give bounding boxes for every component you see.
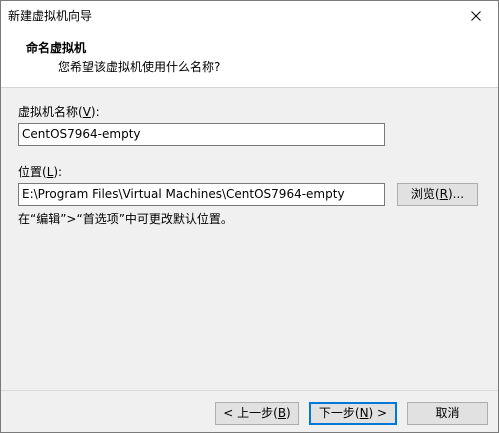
footer-divider	[1, 390, 498, 391]
close-button[interactable]	[453, 1, 498, 31]
title-bar: 新建虚拟机向导	[1, 1, 498, 31]
browse-button[interactable]: 浏览(R)...	[397, 183, 478, 206]
window-title: 新建虚拟机向导	[8, 9, 93, 23]
default-location-hint: 在“编辑”>“首选项”中可更改默认位置。	[18, 212, 233, 226]
page-subtitle: 您希望该虚拟机使用什么名称?	[58, 60, 221, 74]
vm-name-label: 虚拟机名称(V):	[18, 105, 100, 119]
location-input[interactable]: E:\Program Files\Virtual Machines\CentOS…	[18, 183, 385, 206]
close-icon	[470, 11, 481, 21]
new-vm-wizard-window: 新建虚拟机向导 命名虚拟机 您希望该虚拟机使用什么名称? 虚拟机名称(V): C…	[0, 0, 499, 433]
page-title: 命名虚拟机	[26, 41, 87, 55]
next-button[interactable]: 下一步(N) >	[309, 402, 397, 425]
vm-name-input[interactable]: CentOS7964-empty	[18, 123, 385, 146]
wizard-header: 命名虚拟机 您希望该虚拟机使用什么名称?	[1, 31, 498, 88]
back-button[interactable]: < 上一步(B)	[215, 402, 299, 425]
location-label: 位置(L):	[18, 165, 63, 179]
cancel-button[interactable]: 取消	[407, 402, 488, 425]
